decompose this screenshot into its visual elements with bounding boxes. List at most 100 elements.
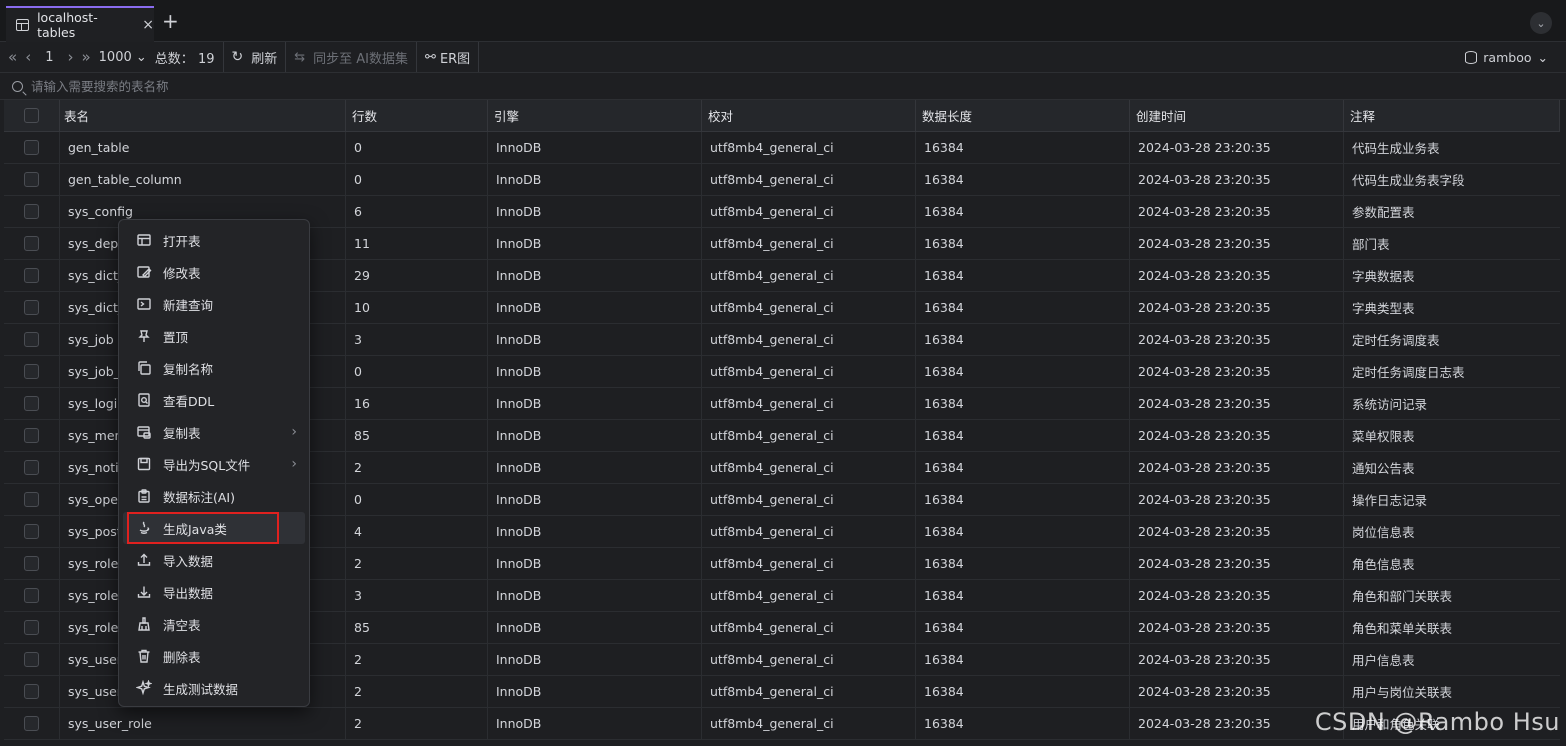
column-header[interactable]: 行数 [346, 100, 488, 131]
row-checkbox[interactable] [24, 716, 39, 731]
create-time-cell: 2024-03-28 23:20:35 [1130, 452, 1344, 483]
menu-item-trash[interactable]: 删除表 [119, 640, 309, 672]
row-count-cell: 85 [346, 420, 488, 451]
row-checkbox[interactable] [24, 172, 39, 187]
prev-page-button[interactable]: ‹ [25, 48, 31, 66]
collation-cell: utf8mb4_general_ci [702, 260, 916, 291]
chevron-down-icon: ⌄ [1537, 50, 1548, 65]
refresh-button[interactable]: ↻ 刷新 [224, 42, 287, 72]
data-length-cell: 16384 [916, 324, 1130, 355]
row-checkbox[interactable] [24, 396, 39, 411]
row-checkbox[interactable] [24, 236, 39, 251]
row-checkbox[interactable] [24, 140, 39, 155]
row-checkbox-cell [4, 452, 60, 483]
row-checkbox[interactable] [24, 428, 39, 443]
menu-item-upload[interactable]: 导入数据 [119, 544, 309, 576]
collation-cell: utf8mb4_general_ci [702, 516, 916, 547]
menu-item-pin[interactable]: 置顶 [119, 320, 309, 352]
er-diagram-button[interactable]: ⚯ ER图 [417, 42, 480, 72]
row-checkbox-cell [4, 196, 60, 227]
collation-cell: utf8mb4_general_ci [702, 164, 916, 195]
table-row[interactable]: gen_table 0 InnoDB utf8mb4_general_ci 16384 2… [4, 132, 1560, 164]
column-header[interactable]: 表名 [60, 100, 346, 131]
comment-cell: 定时任务调度日志表 [1352, 365, 1465, 380]
comment-cell: 操作日志记录 [1352, 493, 1428, 508]
chevron-down-icon[interactable]: ⌄ [1530, 12, 1552, 34]
row-checkbox-cell [4, 356, 60, 387]
menu-item-save[interactable]: 导出为SQL文件 › [119, 448, 309, 480]
menu-item-terminal[interactable]: 新建查询 [119, 288, 309, 320]
menu-item-download[interactable]: 导出数据 [119, 576, 309, 608]
first-page-button[interactable]: « [8, 48, 17, 66]
menu-item-copy[interactable]: 复制名称 [119, 352, 309, 384]
row-checkbox[interactable] [24, 268, 39, 283]
user-name: ramboo [1483, 50, 1532, 65]
column-header[interactable]: 校对 [702, 100, 916, 131]
menu-item-java[interactable]: 生成Java类 [123, 512, 305, 544]
create-time-cell: 2024-03-28 23:20:35 [1130, 644, 1344, 675]
terminal-icon [135, 295, 153, 313]
save-icon [135, 455, 153, 473]
menu-item-copy-table[interactable]: 复制表 › [119, 416, 309, 448]
collation-cell: utf8mb4_general_ci [702, 420, 916, 451]
database-user-select[interactable]: ramboo ⌄ [1465, 42, 1548, 73]
column-header[interactable]: 注释 [1344, 100, 1560, 131]
comment-cell: 代码生成业务表字段 [1352, 173, 1465, 188]
table-row[interactable]: gen_table_column 0 InnoDB utf8mb4_general_c… [4, 164, 1560, 196]
row-checkbox[interactable] [24, 652, 39, 667]
comment-cell: 角色和菜单关联表 [1352, 621, 1453, 636]
data-length-cell: 16384 [916, 548, 1130, 579]
download-icon [135, 583, 153, 601]
row-checkbox-cell [4, 644, 60, 675]
comment-cell: 字典数据表 [1352, 269, 1415, 284]
add-tab-button[interactable]: + [162, 10, 179, 32]
row-checkbox[interactable] [24, 556, 39, 571]
sync-ai-button[interactable]: ⇆ 同步至 AI数据集 [286, 42, 418, 72]
row-checkbox[interactable] [24, 620, 39, 635]
menu-item-edit[interactable]: 修改表 [119, 256, 309, 288]
row-checkbox[interactable] [24, 492, 39, 507]
menu-item-view-ddl[interactable]: 查看DDL [119, 384, 309, 416]
row-checkbox[interactable] [24, 364, 39, 379]
chevron-down-icon: ⌄ [135, 49, 147, 65]
row-checkbox[interactable] [24, 460, 39, 475]
row-count-cell: 2 [346, 548, 488, 579]
row-checkbox[interactable] [24, 332, 39, 347]
menu-item-label: 导出为SQL文件 [163, 457, 251, 473]
comment-cell: 菜单权限表 [1352, 429, 1415, 444]
row-count-cell: 6 [346, 196, 488, 227]
column-header[interactable]: 数据长度 [916, 100, 1130, 131]
column-header[interactable]: 创建时间 [1130, 100, 1344, 131]
menu-item-clipboard[interactable]: 数据标注(AI) [119, 480, 309, 512]
row-checkbox[interactable] [24, 300, 39, 315]
comment-cell: 角色信息表 [1352, 557, 1415, 572]
row-checkbox-cell [4, 132, 60, 163]
page-number[interactable]: 1 [39, 50, 59, 65]
clipboard-icon [135, 487, 153, 505]
menu-item-label: 打开表 [163, 233, 201, 249]
page-size-select[interactable]: 1000 ⌄ [99, 50, 147, 65]
data-length-cell: 16384 [916, 260, 1130, 291]
create-time-cell: 2024-03-28 23:20:35 [1130, 484, 1344, 515]
row-checkbox[interactable] [24, 588, 39, 603]
tab-localhost-tables[interactable]: localhost-tables × [6, 6, 154, 42]
row-checkbox-cell [4, 324, 60, 355]
menu-item-label: 置顶 [163, 329, 189, 345]
menu-item-broom[interactable]: 清空表 [119, 608, 309, 640]
row-checkbox-cell [4, 548, 60, 579]
last-page-button[interactable]: » [81, 48, 90, 66]
close-icon[interactable]: × [142, 17, 154, 33]
row-count-cell: 0 [346, 484, 488, 515]
column-header[interactable]: 引擎 [488, 100, 702, 131]
menu-item-sparkle[interactable]: 生成测试数据 [119, 672, 309, 704]
row-checkbox[interactable] [24, 524, 39, 539]
search-input[interactable] [31, 78, 431, 94]
menu-item-table[interactable]: 打开表 [119, 224, 309, 256]
engine-cell: InnoDB [488, 644, 702, 675]
select-all-checkbox[interactable] [24, 108, 39, 123]
create-time-cell: 2024-03-28 23:20:35 [1130, 420, 1344, 451]
row-checkbox[interactable] [24, 204, 39, 219]
next-page-button[interactable]: › [67, 48, 73, 66]
engine-cell: InnoDB [488, 324, 702, 355]
row-checkbox[interactable] [24, 684, 39, 699]
